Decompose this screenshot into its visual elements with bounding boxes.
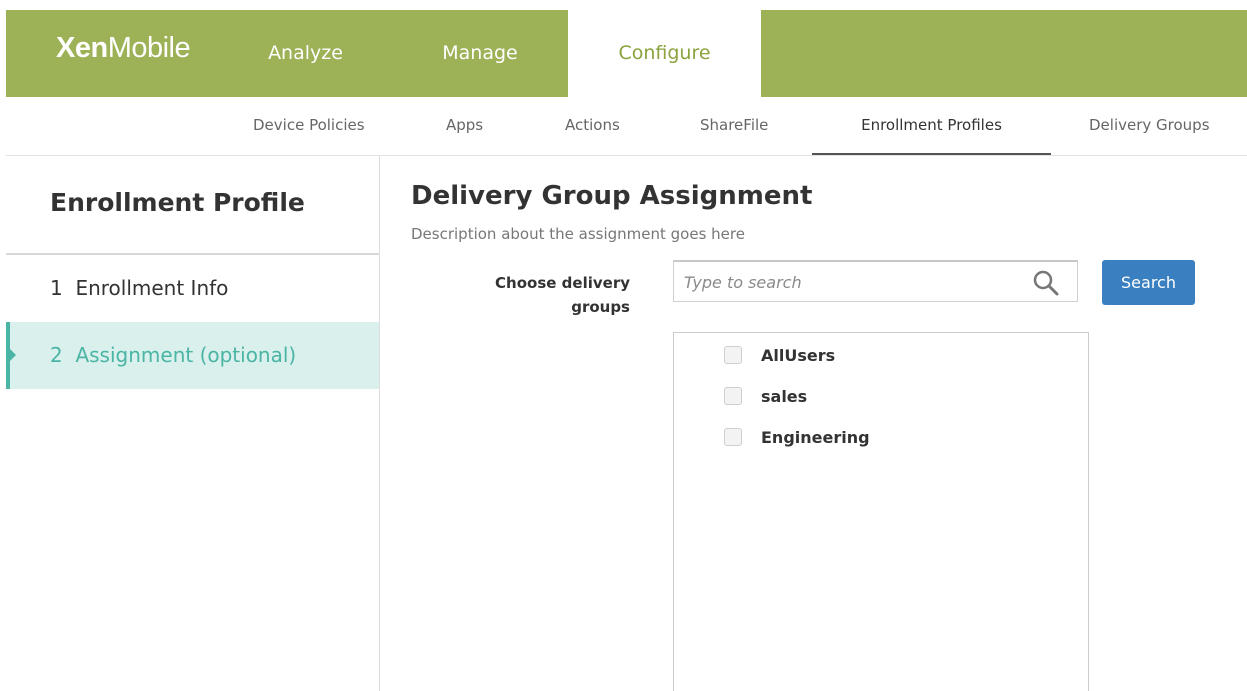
search-field (673, 260, 1078, 302)
delivery-group-list: AllUsers sales Engineering (673, 332, 1089, 691)
tab-configure[interactable]: Configure (568, 10, 761, 97)
subnav-device-policies[interactable]: Device Policies (253, 97, 365, 155)
checkbox[interactable] (724, 428, 742, 446)
subnav-delivery-groups[interactable]: Delivery Groups (1089, 97, 1210, 155)
step-label: Assignment (optional) (75, 343, 297, 367)
subnav-enrollment-profiles[interactable]: Enrollment Profiles (812, 97, 1051, 155)
search-input[interactable] (682, 268, 1026, 296)
xenmobile-logo[interactable]: XenMobile (56, 32, 191, 65)
group-name: Engineering (761, 428, 870, 447)
subnav-apps[interactable]: Apps (446, 97, 483, 155)
step-enrollment-info[interactable]: 1 Enrollment Info (6, 255, 379, 322)
step-text: 2 Assignment (optional) (50, 322, 296, 389)
subnav-actions[interactable]: Actions (565, 97, 620, 155)
step-number: 2 (50, 343, 63, 367)
page-description: Description about the assignment goes he… (411, 225, 745, 243)
tab-analyze[interactable]: Analyze (237, 10, 374, 97)
search-icon[interactable] (1032, 269, 1060, 297)
choose-delivery-groups-label: Choose delivery groups (495, 274, 630, 316)
group-name: AllUsers (761, 346, 836, 365)
sidebar-title: Enrollment Profile (50, 188, 305, 217)
checkbox[interactable] (724, 387, 742, 405)
step-label: Enrollment Info (75, 276, 229, 300)
step-assignment[interactable]: 2 Assignment (optional) (6, 322, 379, 389)
step-text: 1 Enrollment Info (50, 255, 228, 322)
group-name: sales (761, 387, 808, 406)
tab-manage[interactable]: Manage (410, 10, 550, 97)
logo-bold-text: Xen (56, 32, 108, 64)
top-navigation-bar: XenMobile Analyze Manage Configure (6, 10, 1247, 97)
logo-light-text: Mobile (107, 32, 191, 64)
current-step-arrow-icon (10, 349, 16, 361)
sub-navigation-bar: Device Policies Apps Actions ShareFile E… (6, 97, 1247, 156)
page-title: Delivery Group Assignment (411, 181, 813, 211)
wizard-sidebar: Enrollment Profile 1 Enrollment Info 2 A… (6, 156, 380, 691)
search-button[interactable]: Search (1102, 260, 1195, 305)
subnav-sharefile[interactable]: ShareFile (700, 97, 768, 155)
checkbox[interactable] (724, 346, 742, 364)
step-number: 1 (50, 276, 63, 300)
